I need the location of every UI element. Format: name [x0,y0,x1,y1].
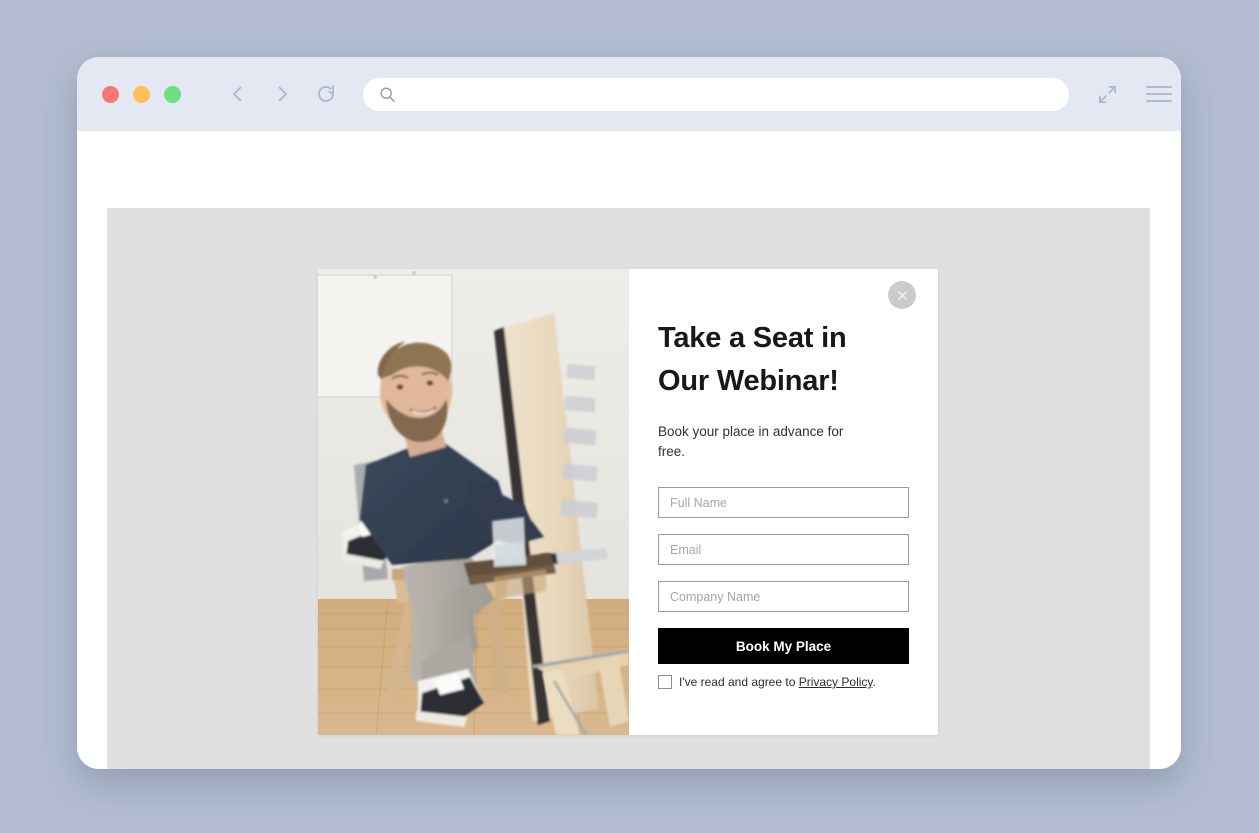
page-viewport: Take a Seat in Our Webinar! Book your pl… [77,131,1181,769]
seated-man-photo [318,269,629,735]
consent-row: I've read and agree to Privacy Policy. [658,675,909,689]
minimize-window-button[interactable] [133,85,150,103]
browser-window: Take a Seat in Our Webinar! Book your pl… [77,57,1181,769]
page-canvas: Take a Seat in Our Webinar! Book your pl… [107,208,1150,769]
navigation-controls [223,79,341,109]
close-icon [897,290,907,300]
address-input[interactable] [407,76,1053,112]
window-controls [102,85,181,103]
maximize-window-button[interactable] [164,85,181,103]
expand-button[interactable] [1093,80,1121,108]
webinar-signup-modal: Take a Seat in Our Webinar! Book your pl… [318,269,938,735]
modal-subtitle: Book your place in advance for free. [658,424,844,459]
close-window-button[interactable] [102,85,119,103]
consent-text: I've read and agree to Privacy Policy. [679,675,876,689]
full-name-input[interactable] [658,487,909,518]
hamburger-menu-icon [1146,86,1172,102]
company-name-input[interactable] [658,581,909,612]
privacy-policy-link[interactable]: Privacy Policy [799,675,873,689]
forward-button[interactable] [267,79,297,109]
consent-text-before: I've read and agree to [679,675,799,689]
consent-text-after: . [872,675,876,689]
expand-icon [1098,85,1116,103]
reload-icon [318,85,334,102]
signup-form: Book My Place I've read and agree to Pri… [658,487,909,689]
modal-photo [318,269,629,735]
address-bar[interactable] [363,76,1069,112]
close-modal-button[interactable] [888,281,916,309]
modal-title: Take a Seat in Our Webinar! [658,322,847,397]
modal-form-panel: Take a Seat in Our Webinar! Book your pl… [629,269,938,735]
email-input[interactable] [658,534,909,565]
toolbar-right-actions [1093,80,1173,108]
menu-button[interactable] [1145,80,1173,108]
chevron-right-icon [278,86,287,102]
back-button[interactable] [223,79,253,109]
book-my-place-button[interactable]: Book My Place [658,628,909,664]
privacy-policy-checkbox[interactable] [658,675,672,689]
chevron-left-icon [233,86,242,102]
browser-toolbar [77,57,1181,131]
reload-button[interactable] [311,79,341,109]
search-icon [380,86,395,102]
